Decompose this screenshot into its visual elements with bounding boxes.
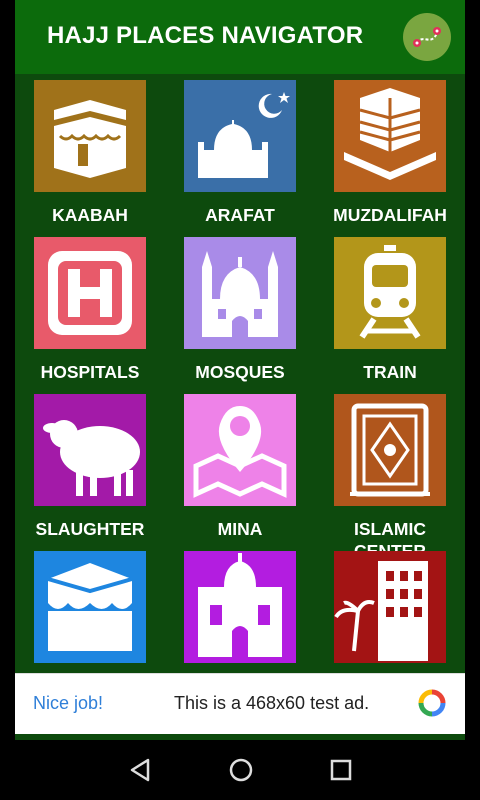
quran-icon — [334, 394, 446, 506]
tile-islamic-center[interactable]: ISLAMIC CENTER — [315, 388, 465, 561]
route-map-icon — [413, 27, 441, 47]
app-bar: HAJJ PLACES NAVIGATOR — [15, 0, 465, 74]
tile-mina[interactable]: MINA — [165, 388, 315, 545]
tile-muzdalifah[interactable]: MUZDALIFAH — [315, 74, 465, 231]
left-edge — [0, 0, 15, 740]
app-title: HAJJ PLACES NAVIGATOR — [47, 22, 364, 49]
tile-label: HOSPITALS — [40, 362, 140, 382]
route-map-button[interactable] — [403, 13, 451, 61]
tile-label: MINA — [217, 519, 263, 539]
tile-kaabah[interactable]: KAABAH — [15, 74, 165, 231]
sheep-icon — [34, 394, 146, 506]
building-icon — [334, 80, 446, 192]
adchoices-logo-icon — [418, 689, 446, 717]
home-button-icon[interactable] — [226, 755, 256, 785]
kaaba-cloth-icon — [34, 551, 146, 663]
right-edge — [465, 0, 480, 740]
system-nav-bar — [0, 740, 480, 800]
tile-hospitals[interactable]: HOSPITALS — [15, 231, 165, 388]
tile-mosques[interactable]: MOSQUES — [165, 231, 315, 388]
kaaba-icon — [34, 80, 146, 192]
tile-label: TRAIN — [363, 362, 417, 382]
tile-label: MOSQUES — [195, 362, 285, 382]
hospital-icon — [34, 237, 146, 349]
mosque-icon — [184, 237, 296, 349]
tile-arafat[interactable]: ARAFAT — [165, 74, 315, 231]
map-pin-icon — [184, 394, 296, 506]
ad-main-text: This is a 468x60 test ad. — [174, 693, 370, 713]
tile-label: ARAFAT — [205, 205, 275, 225]
recents-button-icon[interactable] — [326, 755, 356, 785]
hotel-icon — [334, 551, 446, 663]
tile-label: MUZDALIFAH — [333, 205, 447, 225]
tile-label: SLAUGHTER — [35, 519, 145, 539]
tile-train[interactable]: TRAIN — [315, 231, 465, 388]
app-root: HAJJ PLACES NAVIGATOR KAABAH ARAFAT MUZD… — [15, 0, 465, 740]
train-icon — [334, 237, 446, 349]
tile-label: KAABAH — [52, 205, 128, 225]
tile-slaughter[interactable]: SLAUGHTER — [15, 388, 165, 545]
ad-left-text: Nice job! — [33, 693, 104, 713]
arafat-icon — [184, 80, 296, 192]
palace-icon — [184, 551, 296, 663]
ad-banner[interactable]: Nice job! This is a 468x60 test ad. — [15, 673, 465, 734]
back-button-icon[interactable] — [126, 755, 156, 785]
